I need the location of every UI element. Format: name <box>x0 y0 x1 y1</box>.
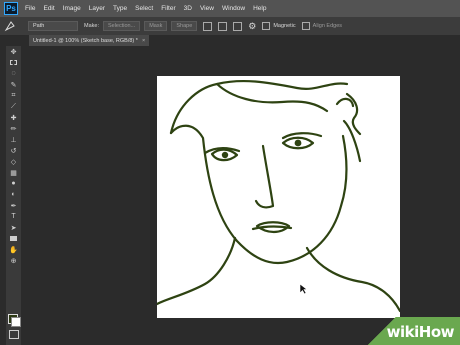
face-sketch-drawing <box>155 79 402 313</box>
path-alignment-icon[interactable] <box>218 21 228 31</box>
shape-tool-icon[interactable] <box>6 233 21 244</box>
document-canvas[interactable] <box>155 76 402 318</box>
lasso-tool-icon[interactable]: ◌ <box>6 68 21 79</box>
tools-panel: ✥ ◌ ✎ ⌗ ⟋ ✚ ✏ ⊥ ↺ ◇ ▦ ● ◐ ✒ T ➤ ✋ ⊕ <box>6 46 21 345</box>
menu-select[interactable]: Select <box>131 5 157 12</box>
gear-icon[interactable]: ⚙ <box>248 21 256 32</box>
hand-tool-icon[interactable]: ✋ <box>6 244 21 255</box>
make-label: Make: <box>84 23 99 29</box>
move-tool-icon[interactable]: ✥ <box>6 46 21 57</box>
quick-mask-icon[interactable] <box>9 330 19 339</box>
align-edges-label: Align Edges <box>312 23 343 29</box>
zoom-tool-icon[interactable]: ⊕ <box>6 255 21 266</box>
blur-tool-icon[interactable]: ● <box>6 178 21 189</box>
document-tab-title: Untitled-1 @ 100% (Sketch base, RGB/8) * <box>33 37 138 44</box>
watermark-text: wikiHow <box>386 323 455 341</box>
clone-stamp-tool-icon[interactable]: ⊥ <box>6 134 21 145</box>
align-edges-checkbox[interactable] <box>301 22 310 30</box>
photoshop-logo: Ps <box>4 2 18 15</box>
menu-file[interactable]: File <box>21 5 39 12</box>
quick-select-tool-icon[interactable]: ✎ <box>6 79 21 90</box>
menu-filter[interactable]: Filter <box>157 5 179 12</box>
document-tab[interactable]: Untitled-1 @ 100% (Sketch base, RGB/8) *… <box>29 35 150 46</box>
menu-help[interactable]: Help <box>249 5 270 12</box>
pen-tool-icon-side[interactable]: ✒ <box>6 200 21 211</box>
healing-tool-icon[interactable]: ✚ <box>6 112 21 123</box>
menu-window[interactable]: Window <box>218 5 249 12</box>
menu-layer[interactable]: Layer <box>85 5 109 12</box>
history-brush-tool-icon[interactable]: ↺ <box>6 145 21 156</box>
brush-tool-icon[interactable]: ✏ <box>6 123 21 134</box>
magnetic-label: Magnetic <box>273 23 296 29</box>
crop-tool-icon[interactable]: ⌗ <box>6 90 21 101</box>
type-tool-icon[interactable]: T <box>6 211 21 222</box>
menu-edit[interactable]: Edit <box>39 5 58 12</box>
options-bar: Path Make: Selection... Mask Shape ⚙ Mag… <box>0 17 460 36</box>
menu-type[interactable]: Type <box>109 5 131 12</box>
menu-image[interactable]: Image <box>59 5 85 12</box>
cursor-icon <box>299 283 308 295</box>
document-tab-bar: Untitled-1 @ 100% (Sketch base, RGB/8) *… <box>25 35 460 46</box>
menu-view[interactable]: View <box>196 5 218 12</box>
menu-3d[interactable]: 3D <box>180 5 196 12</box>
pen-tool-icon[interactable] <box>4 20 18 32</box>
eraser-tool-icon[interactable]: ◇ <box>6 156 21 167</box>
path-arrangement-icon[interactable] <box>233 21 243 31</box>
make-selection-button[interactable]: Selection... <box>102 21 141 31</box>
make-shape-button[interactable]: Shape <box>171 21 198 31</box>
make-mask-button[interactable]: Mask <box>144 21 168 31</box>
close-tab-icon[interactable]: × <box>142 38 145 44</box>
marquee-tool-icon[interactable] <box>6 57 21 68</box>
gradient-tool-icon[interactable]: ▦ <box>6 167 21 178</box>
background-color-swatch[interactable] <box>11 317 21 327</box>
menu-bar: Ps File Edit Image Layer Type Select Fil… <box>0 0 460 17</box>
path-mode-select[interactable]: Path <box>28 21 78 31</box>
magnetic-checkbox[interactable] <box>262 22 271 30</box>
dodge-tool-icon[interactable]: ◐ <box>6 189 21 200</box>
path-operations-icon[interactable] <box>203 21 213 31</box>
path-select-tool-icon[interactable]: ➤ <box>6 222 21 233</box>
eyedropper-tool-icon[interactable]: ⟋ <box>6 101 21 112</box>
